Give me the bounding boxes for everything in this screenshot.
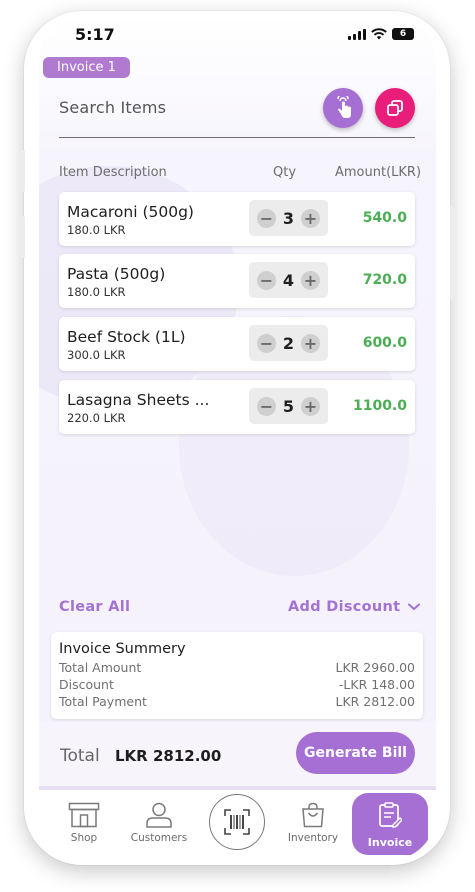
side-button bbox=[20, 150, 25, 192]
minus-icon[interactable]: − bbox=[257, 208, 276, 228]
nav-item-inventory[interactable]: Inventory bbox=[277, 802, 349, 844]
plus-icon[interactable]: + bbox=[300, 333, 320, 353]
summary-value: LKR 2812.00 bbox=[335, 694, 415, 709]
status-icons: 6 bbox=[348, 28, 414, 40]
touch-icon bbox=[337, 96, 351, 118]
nav-label: Inventory bbox=[287, 832, 339, 844]
invoice-icon bbox=[379, 802, 402, 828]
nav-item-shop[interactable]: Shop bbox=[48, 802, 120, 844]
signal-icon bbox=[348, 28, 366, 40]
item-unit-price: 180.0 LKR bbox=[67, 285, 126, 299]
clear-all-button[interactable]: Clear All bbox=[59, 599, 130, 615]
invoice-summary: Invoice Summery Total Amount LKR 2960.00… bbox=[51, 632, 423, 719]
item-unit-price: 220.0 LKR bbox=[67, 411, 126, 425]
nav-item-customers[interactable]: Customers bbox=[123, 802, 195, 844]
item-qty: 4 bbox=[282, 270, 295, 290]
tap-button[interactable] bbox=[323, 88, 363, 128]
status-time: 5:17 bbox=[75, 25, 115, 44]
quantity-stepper: − 3 + bbox=[249, 200, 328, 236]
nav-label: Customers bbox=[130, 832, 188, 844]
column-qty: Qty bbox=[273, 165, 297, 180]
add-discount-label: Add Discount bbox=[288, 599, 401, 615]
duplicate-button[interactable] bbox=[375, 88, 415, 128]
summary-label: Discount bbox=[59, 677, 114, 692]
summary-row: Total Payment LKR 2812.00 bbox=[59, 694, 415, 709]
minus-icon[interactable]: − bbox=[257, 333, 276, 353]
search-placeholder: Search Items bbox=[59, 98, 167, 117]
battery-icon: 6 bbox=[392, 28, 414, 40]
wifi-icon bbox=[371, 28, 387, 40]
invoice-tab[interactable]: Invoice 1 bbox=[43, 57, 130, 78]
barcode-scan-button[interactable] bbox=[209, 794, 265, 850]
item-name: Beef Stock (1L) bbox=[67, 328, 186, 346]
nav-label: Invoice bbox=[367, 836, 413, 849]
add-discount-button[interactable]: Add Discount bbox=[288, 599, 421, 615]
item-qty: 2 bbox=[282, 333, 295, 353]
store-icon bbox=[68, 802, 100, 828]
generate-bill-button[interactable]: Generate Bill bbox=[296, 732, 415, 774]
summary-value: -LKR 148.00 bbox=[338, 677, 415, 692]
person-icon bbox=[146, 802, 172, 828]
side-button bbox=[450, 205, 455, 301]
list-item[interactable]: Pasta (500g) 180.0 LKR − 4 + 720.0 bbox=[59, 254, 415, 308]
summary-label: Total Amount bbox=[59, 660, 142, 675]
summary-label: Total Payment bbox=[59, 694, 147, 709]
item-qty: 5 bbox=[282, 396, 295, 416]
item-amount: 720.0 bbox=[362, 272, 407, 288]
list-item[interactable]: Macaroni (500g) 180.0 LKR − 3 + 540.0 bbox=[59, 192, 415, 246]
barcode-scan-icon bbox=[224, 809, 250, 835]
list-item[interactable]: Beef Stock (1L) 300.0 LKR − 2 + 600.0 bbox=[59, 317, 415, 371]
nav-label: Shop bbox=[70, 832, 98, 844]
plus-icon[interactable]: + bbox=[300, 270, 320, 290]
item-amount: 600.0 bbox=[362, 335, 407, 351]
bag-icon bbox=[302, 802, 324, 828]
app-screen: 5:17 6 Invoice 1 Search Items Item Descr… bbox=[39, 16, 436, 860]
summary-row: Discount -LKR 148.00 bbox=[59, 677, 415, 692]
item-name: Lasagna Sheets ... bbox=[67, 391, 210, 409]
quantity-stepper: − 5 + bbox=[249, 388, 328, 424]
chevron-down-icon bbox=[408, 603, 421, 611]
plus-icon[interactable]: + bbox=[300, 208, 320, 228]
column-amount: Amount(LKR) bbox=[335, 165, 422, 180]
total-bar: Total LKR 2812.00 Generate Bill bbox=[39, 722, 436, 786]
item-unit-price: 300.0 LKR bbox=[67, 348, 126, 362]
copy-icon bbox=[387, 100, 403, 116]
side-button bbox=[20, 216, 25, 258]
summary-value: LKR 2960.00 bbox=[335, 660, 415, 675]
item-qty: 3 bbox=[282, 208, 295, 228]
column-item-description: Item Description bbox=[59, 165, 167, 180]
nav-item-invoice[interactable]: Invoice bbox=[352, 793, 428, 855]
item-amount: 540.0 bbox=[362, 210, 407, 226]
minus-icon[interactable]: − bbox=[257, 396, 276, 416]
list-item[interactable]: Lasagna Sheets ... 220.0 LKR − 5 + 1100.… bbox=[59, 380, 415, 434]
item-amount: 1100.0 bbox=[352, 398, 407, 414]
minus-icon[interactable]: − bbox=[257, 270, 276, 290]
summary-title: Invoice Summery bbox=[59, 641, 186, 657]
total-value: LKR 2812.00 bbox=[115, 747, 222, 765]
plus-icon[interactable]: + bbox=[300, 396, 320, 416]
quantity-stepper: − 4 + bbox=[249, 262, 328, 298]
bottom-nav: Shop Customers Inventory Invoice bbox=[39, 790, 436, 860]
item-unit-price: 180.0 LKR bbox=[67, 223, 126, 237]
item-name: Macaroni (500g) bbox=[67, 203, 194, 221]
total-label: Total bbox=[60, 746, 100, 766]
item-name: Pasta (500g) bbox=[67, 265, 166, 283]
quantity-stepper: − 2 + bbox=[249, 325, 328, 361]
summary-row: Total Amount LKR 2960.00 bbox=[59, 660, 415, 675]
